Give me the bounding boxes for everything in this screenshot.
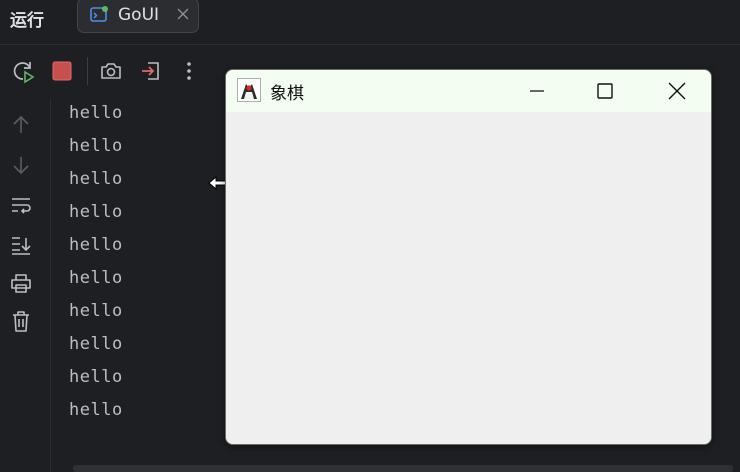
console-sidebar [0, 98, 50, 472]
console-line: hello [69, 103, 123, 123]
app-window[interactable]: 象棋 [225, 69, 712, 445]
console-line: hello [69, 202, 123, 222]
tab-goui[interactable]: GoUI [77, 0, 199, 33]
print-icon[interactable] [10, 272, 32, 294]
console-line: hello [69, 169, 123, 189]
scroll-to-end-icon[interactable] [10, 234, 32, 256]
java-duke-icon [237, 78, 261, 102]
more-vertical-icon[interactable] [177, 59, 201, 83]
console-line: hello [69, 367, 123, 387]
app-window-icon [90, 6, 108, 22]
minimize-icon[interactable] [526, 80, 548, 102]
window-title: 象棋 [270, 84, 304, 104]
window-titlebar[interactable]: 象棋 [226, 70, 711, 112]
close-tab-icon[interactable] [176, 7, 190, 21]
console-line: hello [69, 301, 123, 321]
camera-icon[interactable] [99, 59, 123, 83]
status-dot [102, 6, 108, 12]
window-content[interactable] [226, 112, 711, 444]
horizontal-scrollbar[interactable] [73, 465, 733, 472]
run-panel-title: 运行 [10, 11, 44, 31]
console-line: hello [69, 136, 123, 156]
maximize-icon[interactable] [594, 80, 616, 102]
console-line: hello [69, 268, 123, 288]
run-panel-header: 运行 GoUI [0, 0, 740, 45]
trash-icon[interactable] [10, 310, 32, 332]
arrow-down-icon[interactable] [10, 154, 32, 176]
stop-icon[interactable] [50, 59, 74, 83]
console-line: hello [69, 334, 123, 354]
soft-wrap-icon[interactable] [10, 194, 32, 216]
console-line: hello [69, 235, 123, 255]
tab-label: GoUI [118, 5, 160, 25]
arrow-up-icon[interactable] [10, 114, 32, 136]
toolbar-separator [87, 57, 88, 85]
console-line: hello [69, 400, 123, 420]
close-icon[interactable] [666, 80, 688, 102]
rerun-icon[interactable] [11, 59, 35, 83]
exit-icon[interactable] [139, 59, 163, 83]
